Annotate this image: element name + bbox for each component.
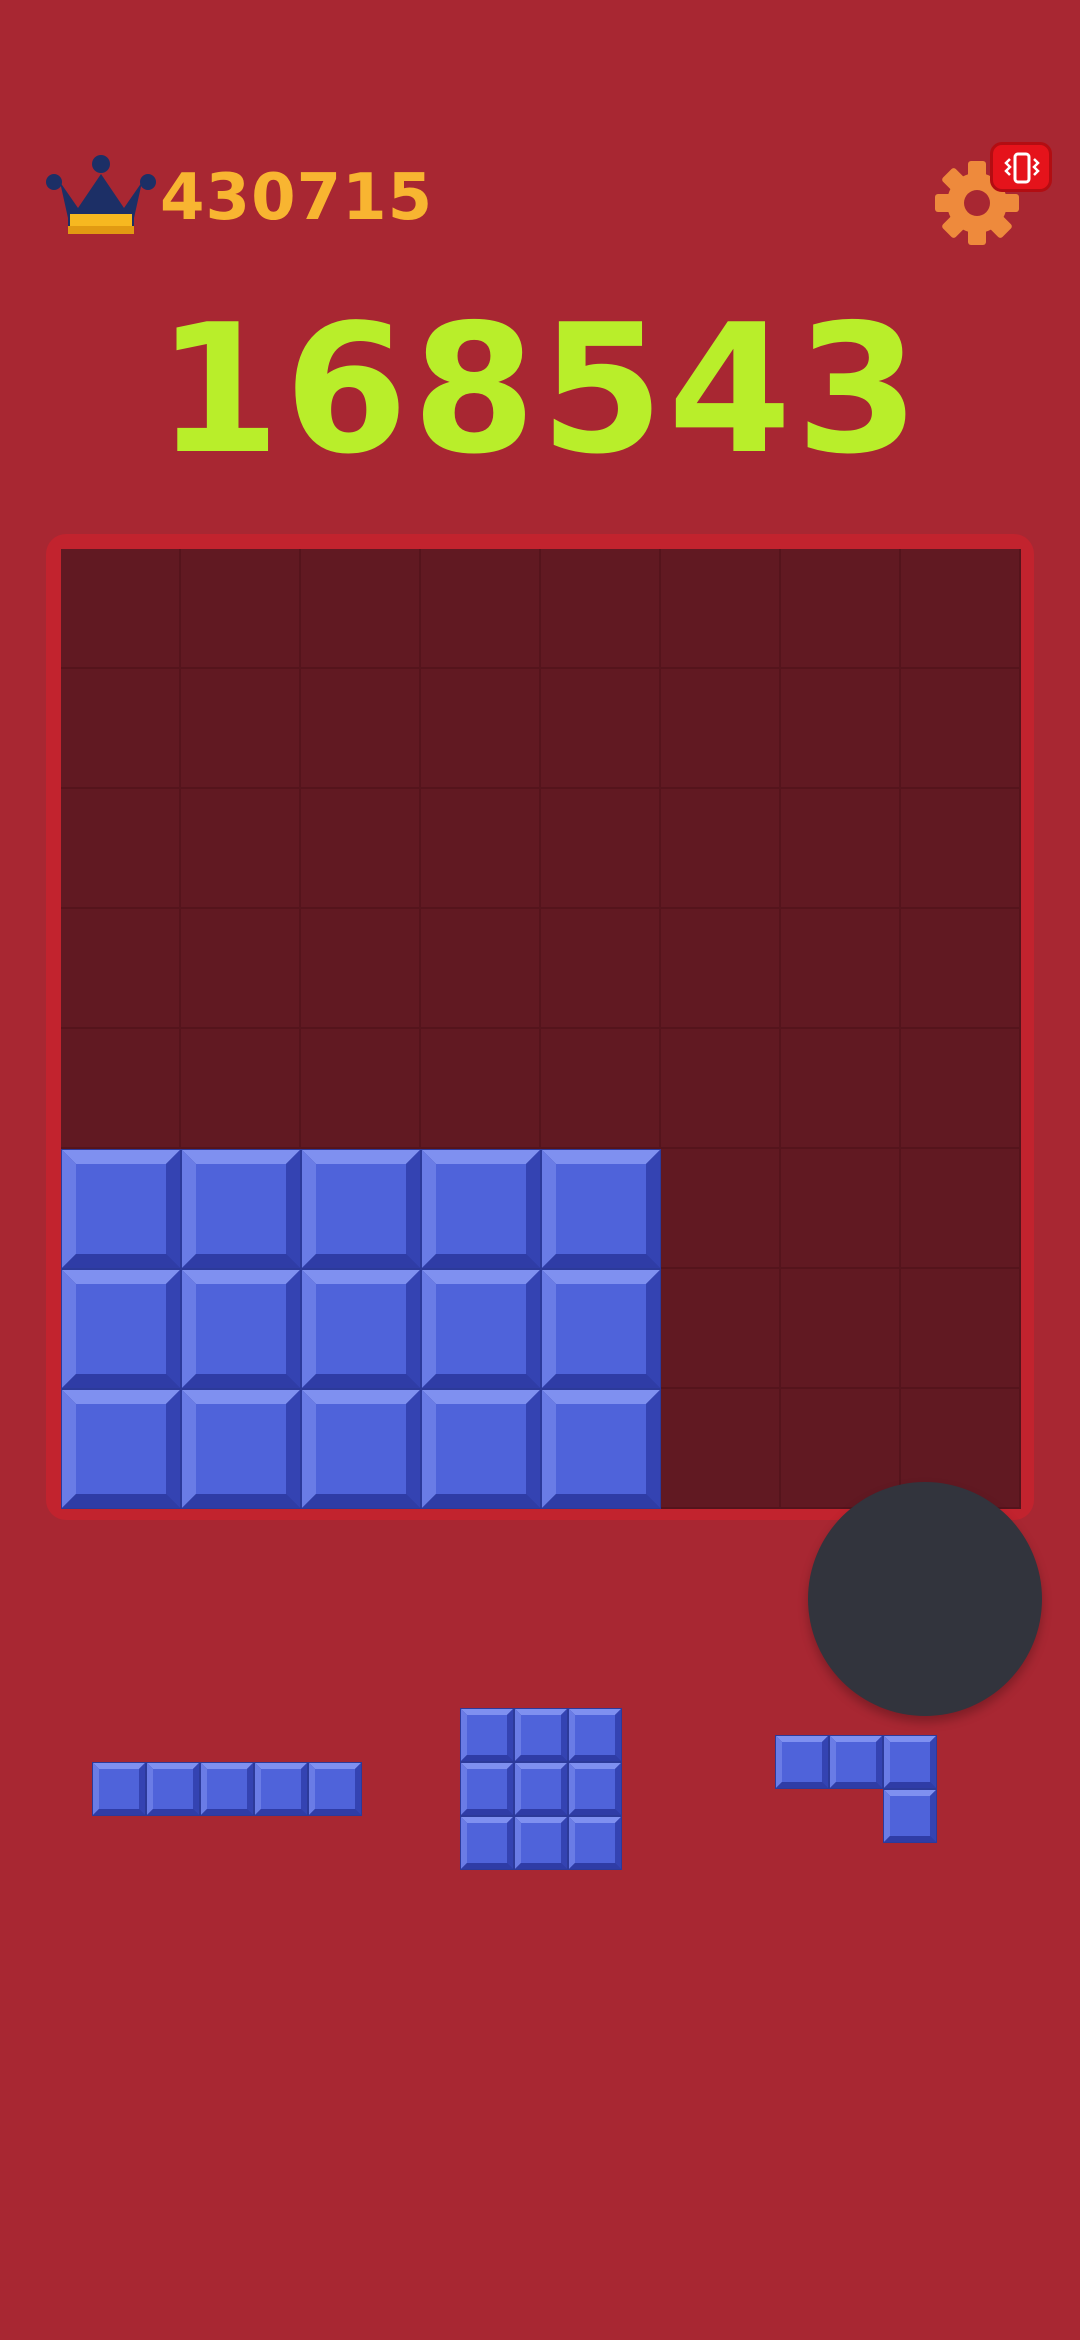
board-cell-empty[interactable] bbox=[181, 789, 301, 909]
board-cell-empty[interactable] bbox=[181, 549, 301, 669]
board-cell-filled[interactable] bbox=[541, 1269, 661, 1389]
board-cell-filled[interactable] bbox=[541, 1149, 661, 1269]
board-cell-empty[interactable] bbox=[661, 789, 781, 909]
piece-block bbox=[514, 1708, 568, 1762]
piece-gap bbox=[775, 1789, 829, 1843]
board-cell-filled[interactable] bbox=[301, 1389, 421, 1509]
board-cell-empty[interactable] bbox=[181, 909, 301, 1029]
board-cell-empty[interactable] bbox=[541, 909, 661, 1029]
piece-corner[interactable] bbox=[775, 1735, 937, 1843]
piece-block bbox=[568, 1816, 622, 1870]
piece-block bbox=[308, 1762, 362, 1816]
board-cell-empty[interactable] bbox=[541, 669, 661, 789]
board-cell-filled[interactable] bbox=[61, 1149, 181, 1269]
board-cell-empty[interactable] bbox=[901, 1269, 1021, 1389]
floating-action-button[interactable] bbox=[808, 1482, 1042, 1716]
piece-block bbox=[514, 1816, 568, 1870]
board-cell-empty[interactable] bbox=[901, 549, 1021, 669]
board-cell-empty[interactable] bbox=[301, 549, 421, 669]
board-cell-empty[interactable] bbox=[421, 1029, 541, 1149]
board-cell-empty[interactable] bbox=[781, 789, 901, 909]
board-cell-empty[interactable] bbox=[181, 1029, 301, 1149]
board-cell-empty[interactable] bbox=[61, 549, 181, 669]
board-cell-empty[interactable] bbox=[541, 549, 661, 669]
current-score: 168543 bbox=[156, 286, 924, 493]
board-cell-filled[interactable] bbox=[181, 1149, 301, 1269]
board-cell-empty[interactable] bbox=[901, 789, 1021, 909]
piece-gap bbox=[829, 1789, 883, 1843]
board-cell-empty[interactable] bbox=[301, 909, 421, 1029]
piece-block bbox=[568, 1708, 622, 1762]
board-cell-filled[interactable] bbox=[421, 1389, 541, 1509]
game-board[interactable] bbox=[61, 549, 1021, 1509]
piece-block bbox=[829, 1735, 883, 1789]
piece-block bbox=[883, 1789, 937, 1843]
board-cell-filled[interactable] bbox=[181, 1269, 301, 1389]
board-cell-empty[interactable] bbox=[541, 789, 661, 909]
board-cell-empty[interactable] bbox=[61, 789, 181, 909]
piece-block bbox=[146, 1762, 200, 1816]
piece-block bbox=[568, 1762, 622, 1816]
piece-block bbox=[883, 1735, 937, 1789]
board-cell-filled[interactable] bbox=[421, 1149, 541, 1269]
best-score: 430715 bbox=[160, 161, 434, 235]
board-cell-empty[interactable] bbox=[661, 1389, 781, 1509]
board-cell-empty[interactable] bbox=[781, 669, 901, 789]
board-cell-empty[interactable] bbox=[61, 1029, 181, 1149]
piece-block bbox=[460, 1762, 514, 1816]
board-cell-filled[interactable] bbox=[61, 1389, 181, 1509]
piece-block bbox=[92, 1762, 146, 1816]
board-cell-filled[interactable] bbox=[541, 1389, 661, 1509]
board-cell-empty[interactable] bbox=[181, 669, 301, 789]
board-cell-empty[interactable] bbox=[781, 909, 901, 1029]
board-cell-filled[interactable] bbox=[61, 1269, 181, 1389]
board-cell-empty[interactable] bbox=[661, 1029, 781, 1149]
board-cell-empty[interactable] bbox=[781, 1269, 901, 1389]
board-cell-empty[interactable] bbox=[661, 1269, 781, 1389]
piece-block bbox=[460, 1816, 514, 1870]
board-cell-empty[interactable] bbox=[61, 909, 181, 1029]
board-cell-filled[interactable] bbox=[301, 1149, 421, 1269]
board-cell-empty[interactable] bbox=[901, 1029, 1021, 1149]
board-cell-filled[interactable] bbox=[301, 1269, 421, 1389]
board-cell-empty[interactable] bbox=[661, 909, 781, 1029]
board-cell-empty[interactable] bbox=[421, 549, 541, 669]
piece-line-5[interactable] bbox=[92, 1762, 362, 1816]
board-cell-empty[interactable] bbox=[901, 909, 1021, 1029]
board-cell-empty[interactable] bbox=[301, 669, 421, 789]
board-cell-empty[interactable] bbox=[301, 1029, 421, 1149]
piece-block bbox=[460, 1708, 514, 1762]
board-cell-empty[interactable] bbox=[661, 669, 781, 789]
board-cell-empty[interactable] bbox=[781, 1029, 901, 1149]
board-cell-empty[interactable] bbox=[661, 1149, 781, 1269]
vibration-icon bbox=[1004, 152, 1040, 184]
piece-block bbox=[514, 1762, 568, 1816]
board-cell-empty[interactable] bbox=[421, 909, 541, 1029]
board-cell-empty[interactable] bbox=[901, 669, 1021, 789]
board-cell-empty[interactable] bbox=[541, 1029, 661, 1149]
board-cell-empty[interactable] bbox=[781, 549, 901, 669]
piece-block bbox=[254, 1762, 308, 1816]
board-cell-empty[interactable] bbox=[781, 1149, 901, 1269]
board-cell-empty[interactable] bbox=[61, 669, 181, 789]
board-cell-empty[interactable] bbox=[421, 669, 541, 789]
header: 430715 bbox=[0, 0, 1080, 300]
vibration-toggle-button[interactable] bbox=[990, 142, 1052, 192]
board-cell-empty[interactable] bbox=[901, 1149, 1021, 1269]
board-cell-empty[interactable] bbox=[661, 549, 781, 669]
crown-icon bbox=[46, 155, 156, 234]
board-cell-empty[interactable] bbox=[301, 789, 421, 909]
board-cell-empty[interactable] bbox=[421, 789, 541, 909]
piece-square-3x3[interactable] bbox=[460, 1708, 622, 1870]
piece-block bbox=[200, 1762, 254, 1816]
piece-block bbox=[775, 1735, 829, 1789]
board-cell-filled[interactable] bbox=[421, 1269, 541, 1389]
board-cell-filled[interactable] bbox=[181, 1389, 301, 1509]
